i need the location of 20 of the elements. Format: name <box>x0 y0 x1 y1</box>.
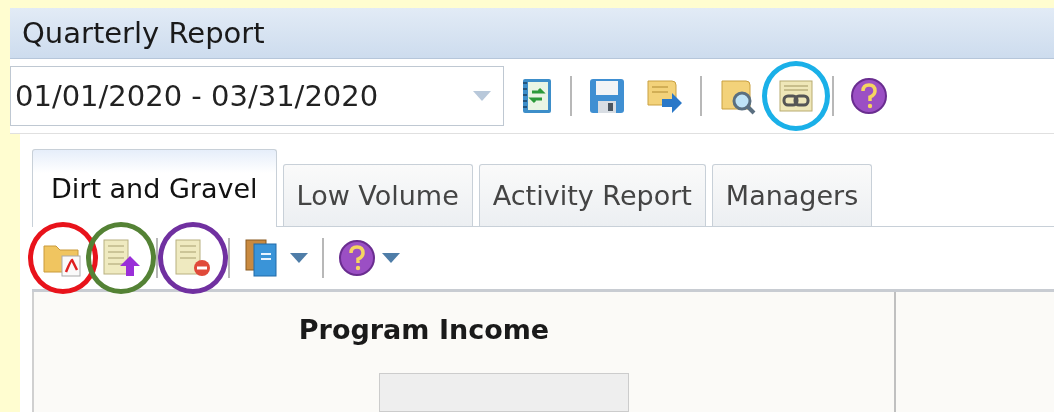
tab[interactable]: Activity Report <box>478 164 706 226</box>
toolbar-button[interactable] <box>242 236 310 280</box>
section-heading: Program Income <box>298 314 550 345</box>
help-icon <box>850 77 888 115</box>
document-link-icon <box>776 77 816 115</box>
document-upload-icon <box>100 238 142 278</box>
date-range-value: 01/01/2020 - 03/31/2020 <box>15 79 379 113</box>
scroll-arrow-icon <box>644 77 684 115</box>
window-title: Quarterly Report <box>22 16 265 50</box>
toolbar-button[interactable] <box>848 75 890 117</box>
ledger-icon <box>520 77 554 115</box>
date-range-dropdown[interactable]: 01/01/2020 - 03/31/2020 <box>10 66 504 126</box>
tab[interactable]: Dirt and Gravel <box>32 149 277 227</box>
toolbar-button[interactable] <box>336 237 402 279</box>
help-icon <box>338 239 376 277</box>
input-field[interactable] <box>379 373 629 412</box>
scroll-magnifier-icon <box>718 77 758 115</box>
tab[interactable]: Low Volume <box>282 164 473 226</box>
dropdown-arrow-icon <box>473 91 491 101</box>
tab[interactable]: Managers <box>711 164 873 226</box>
